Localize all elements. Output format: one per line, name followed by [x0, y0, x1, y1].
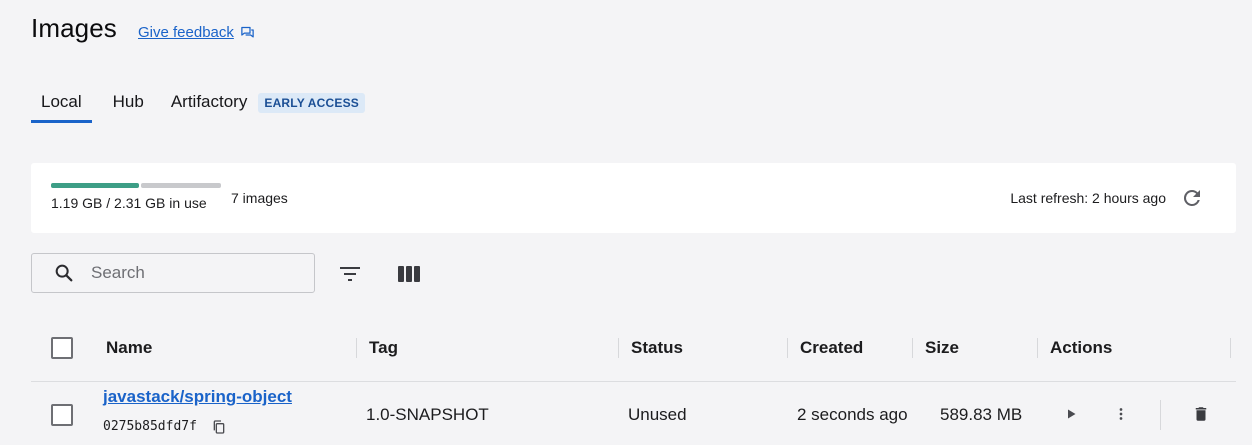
tab-local-label: Local: [41, 92, 82, 111]
delete-icon[interactable]: [1192, 405, 1210, 423]
search-field[interactable]: [31, 253, 315, 293]
filter-icon[interactable]: [338, 262, 362, 286]
column-separator[interactable]: [356, 338, 357, 358]
tab-hub[interactable]: Hub: [103, 90, 154, 123]
last-refresh-text: Last refresh: 2 hours ago: [1010, 190, 1166, 206]
image-tag: 1.0-SNAPSHOT: [366, 405, 489, 424]
give-feedback-link[interactable]: Give feedback: [138, 24, 255, 41]
run-icon[interactable]: [1062, 405, 1080, 423]
refresh-icon[interactable]: [1180, 186, 1204, 210]
column-header-created[interactable]: Created: [800, 338, 863, 358]
search-icon: [55, 264, 73, 282]
row-select-checkbox[interactable]: [51, 404, 73, 426]
disk-usage-bar-used: [51, 183, 139, 188]
actions-divider: [1160, 400, 1161, 430]
column-separator[interactable]: [1230, 338, 1231, 358]
column-header-name[interactable]: Name: [106, 338, 152, 358]
image-status: Unused: [628, 405, 687, 424]
early-access-badge: EARLY ACCESS: [258, 93, 366, 113]
more-options-icon[interactable]: [1112, 405, 1130, 423]
copy-icon[interactable]: [211, 419, 227, 435]
give-feedback-label: Give feedback: [138, 24, 234, 41]
column-separator[interactable]: [787, 338, 788, 358]
column-header-actions: Actions: [1050, 338, 1113, 357]
image-size: 589.83 MB: [940, 405, 1023, 424]
tab-artifactory[interactable]: Artifactory EARLY ACCESS: [161, 90, 375, 123]
tab-hub-label: Hub: [112, 92, 144, 111]
image-count: 7 images: [231, 190, 288, 206]
disk-usage-bar-free: [141, 183, 221, 188]
tab-local[interactable]: Local: [31, 90, 92, 123]
column-separator[interactable]: [618, 338, 619, 358]
image-tabs: Local Hub Artifactory EARLY ACCESS: [31, 90, 375, 123]
image-id: 0275b85dfd7f: [103, 419, 197, 434]
image-created: 2 seconds ago: [797, 405, 908, 424]
column-header-status[interactable]: Status: [631, 338, 683, 358]
page-title: Images: [31, 13, 117, 43]
feedback-icon: [241, 26, 254, 38]
select-all-checkbox[interactable]: [51, 337, 73, 359]
column-header-size[interactable]: Size: [925, 338, 959, 358]
disk-usage-text: 1.19 GB / 2.31 GB in use: [51, 195, 207, 211]
column-separator[interactable]: [1037, 338, 1038, 358]
disk-usage-card: 1.19 GB / 2.31 GB in use 7 images Last r…: [31, 163, 1236, 233]
image-name-link[interactable]: javastack/spring-object: [103, 387, 292, 407]
tab-artifactory-label: Artifactory: [170, 92, 248, 111]
columns-icon[interactable]: [397, 262, 421, 286]
column-separator[interactable]: [912, 338, 913, 358]
search-input[interactable]: [91, 263, 291, 283]
column-header-tag[interactable]: Tag: [369, 338, 398, 358]
